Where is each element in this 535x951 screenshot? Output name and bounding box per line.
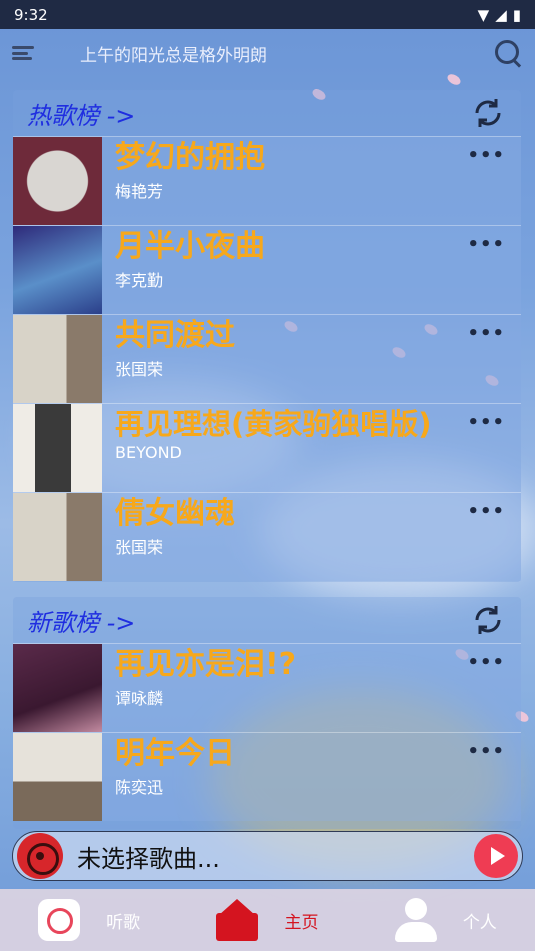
- listen-icon: [38, 899, 81, 941]
- more-options-icon[interactable]: •••: [467, 741, 505, 762]
- album-cover: [13, 493, 102, 581]
- refresh-icon[interactable]: [469, 94, 507, 132]
- user-icon: [394, 898, 437, 942]
- song-title: 共同渡过: [115, 318, 235, 353]
- more-options-icon[interactable]: •••: [467, 412, 505, 433]
- song-title: 再见亦是泪!?: [115, 647, 297, 682]
- album-cover: [13, 137, 102, 225]
- album-cover: [13, 404, 102, 492]
- nav-home[interactable]: 主页: [178, 899, 356, 941]
- more-options-icon[interactable]: •••: [467, 323, 505, 344]
- hot-chart-panel: 热歌榜 -> 梦幻的拥抱 梅艳芳 ••• 月半小夜曲 李克勤 ••• 共同渡过 …: [13, 90, 521, 582]
- song-artist: 李克勤: [115, 270, 164, 290]
- album-cover: [13, 315, 102, 403]
- mini-player[interactable]: 未选择歌曲...: [12, 831, 523, 881]
- search-icon[interactable]: [493, 38, 523, 68]
- nav-label: 听歌: [106, 912, 141, 933]
- nav-profile[interactable]: 个人: [357, 898, 535, 942]
- new-chart-panel: 新歌榜 -> 再见亦是泪!? 谭咏麟 ••• 明年今日 陈奕迅 •••: [13, 597, 521, 829]
- nav-label: 主页: [284, 912, 319, 933]
- song-row[interactable]: 共同渡过 张国荣 •••: [13, 314, 521, 403]
- song-artist: 张国荣: [115, 359, 164, 379]
- more-options-icon[interactable]: •••: [467, 145, 505, 166]
- song-artist: BEYOND: [115, 443, 182, 463]
- wifi-icon: ▼: [477, 5, 490, 24]
- home-icon: [216, 899, 259, 941]
- play-icon[interactable]: [474, 834, 518, 878]
- song-row[interactable]: 月半小夜曲 李克勤 •••: [13, 225, 521, 314]
- song-artist: 梅艳芳: [115, 181, 164, 201]
- status-time: 9:32: [14, 5, 48, 24]
- hot-chart-title[interactable]: 热歌榜 ->: [27, 96, 135, 131]
- status-icons: ▼ ◢ ▮: [478, 6, 521, 24]
- song-row[interactable]: 梦幻的拥抱 梅艳芳 •••: [13, 136, 521, 225]
- album-cover: [13, 733, 102, 821]
- song-title: 梦幻的拥抱: [115, 140, 265, 175]
- more-options-icon[interactable]: •••: [467, 652, 505, 673]
- nav-listen[interactable]: 听歌: [0, 899, 178, 941]
- more-options-icon[interactable]: •••: [467, 234, 505, 255]
- refresh-icon[interactable]: [469, 601, 507, 639]
- disc-icon[interactable]: [17, 833, 63, 879]
- song-row[interactable]: 倩女幽魂 张国荣 •••: [13, 492, 521, 581]
- song-info: 明年今日 陈奕迅: [102, 733, 521, 821]
- song-title: 月半小夜曲: [115, 229, 265, 264]
- song-title: 再见理想(黄家驹独唱版): [115, 407, 432, 441]
- song-artist: 谭咏麟: [115, 688, 164, 708]
- song-info: 倩女幽魂 张国荣: [102, 493, 521, 581]
- signal-icon: ◢: [495, 5, 507, 24]
- new-chart-header: 新歌榜 ->: [13, 597, 521, 643]
- song-info: 再见亦是泪!? 谭咏麟: [102, 644, 521, 732]
- song-title: 明年今日: [115, 736, 235, 771]
- song-row[interactable]: 再见理想(黄家驹独唱版) BEYOND •••: [13, 403, 521, 492]
- song-title: 倩女幽魂: [115, 496, 235, 531]
- menu-icon[interactable]: [12, 43, 38, 63]
- nav-label: 个人: [462, 912, 497, 933]
- song-info: 月半小夜曲 李克勤: [102, 226, 521, 314]
- song-artist: 张国荣: [115, 537, 164, 557]
- song-info: 共同渡过 张国荣: [102, 315, 521, 403]
- song-artist: 陈奕迅: [115, 777, 164, 797]
- song-row[interactable]: 再见亦是泪!? 谭咏麟 •••: [13, 643, 521, 732]
- bottom-navigation: 听歌 主页 个人: [0, 889, 535, 951]
- greeting-title: 上午的阳光总是格外明朗: [80, 45, 267, 66]
- song-info: 再见理想(黄家驹独唱版) BEYOND: [102, 404, 521, 492]
- now-playing-text: 未选择歌曲...: [77, 844, 220, 873]
- battery-icon: ▮: [512, 5, 521, 24]
- song-row[interactable]: 明年今日 陈奕迅 •••: [13, 732, 521, 821]
- album-cover: [13, 226, 102, 314]
- album-cover: [13, 644, 102, 732]
- song-info: 梦幻的拥抱 梅艳芳: [102, 137, 521, 225]
- status-bar: 9:32 ▼ ◢ ▮: [0, 0, 535, 29]
- new-chart-title[interactable]: 新歌榜 ->: [27, 603, 135, 638]
- top-bar: 上午的阳光总是格外明朗: [0, 29, 535, 77]
- hot-chart-header: 热歌榜 ->: [13, 90, 521, 136]
- more-options-icon[interactable]: •••: [467, 501, 505, 522]
